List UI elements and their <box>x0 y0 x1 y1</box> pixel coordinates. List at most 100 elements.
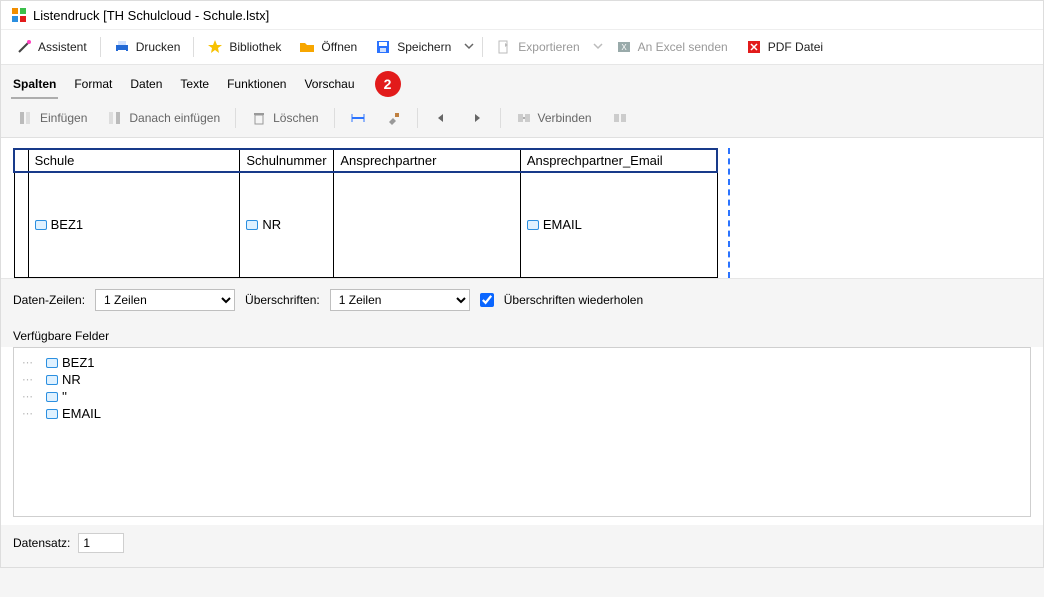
row-selector[interactable] <box>14 172 28 278</box>
oeffnen-button[interactable]: Öffnen <box>290 34 366 60</box>
export-icon <box>496 39 512 55</box>
save-icon <box>375 39 391 55</box>
separator <box>193 37 194 57</box>
danach-label: Danach einfügen <box>129 111 220 125</box>
pdf-button[interactable]: PDF Datei <box>737 34 832 60</box>
step-number: 2 <box>375 71 401 97</box>
datensatz-input[interactable] <box>78 533 124 553</box>
einfuegen-button[interactable]: Einfügen <box>9 105 96 131</box>
repeat-headers-checkbox[interactable] <box>480 293 494 307</box>
ueberschriften-label: Überschriften: <box>245 293 320 307</box>
format-brush-button[interactable] <box>377 105 411 131</box>
field-tag-icon <box>527 220 539 230</box>
design-pane: Schule Schulnummer Ansprechpartner Anspr… <box>1 138 1043 278</box>
tabstrip: Spalten Format Daten Texte Funktionen Vo… <box>1 64 1043 99</box>
grid-cell[interactable]: BEZ1 <box>28 172 240 278</box>
folder-open-icon <box>299 39 315 55</box>
printer-icon <box>114 39 130 55</box>
ueberschriften-select[interactable]: 1 Zeilen <box>330 289 470 311</box>
separator <box>235 108 236 128</box>
tree-connector-icon: ⋯ <box>22 356 42 369</box>
tab-vorschau[interactable]: Vorschau <box>302 71 356 99</box>
app-window: Listendruck [TH Schulcloud - Schule.lstx… <box>0 0 1044 568</box>
separator <box>500 108 501 128</box>
cell-value: NR <box>262 217 281 232</box>
tab-daten[interactable]: Daten <box>128 71 164 99</box>
columns-toolbar: Einfügen Danach einfügen Löschen Verbind… <box>1 99 1043 138</box>
separator <box>100 37 101 57</box>
excel-label: An Excel senden <box>638 40 728 54</box>
field-tag-icon <box>46 409 58 419</box>
field-name: EMAIL <box>62 406 101 421</box>
grid-cell[interactable]: EMAIL <box>520 172 717 278</box>
datensatz-label: Datensatz: <box>13 536 70 550</box>
data-row[interactable]: BEZ1 NR EMAIL <box>14 172 717 278</box>
drucken-button[interactable]: Drucken <box>105 34 190 60</box>
loeschen-label: Löschen <box>273 111 318 125</box>
step-badge: 2 <box>375 71 401 97</box>
arrow-right-icon <box>469 110 485 126</box>
tab-texte[interactable]: Texte <box>178 71 211 99</box>
arrow-left-icon <box>433 110 449 126</box>
grid-cell[interactable] <box>334 172 521 278</box>
field-item[interactable]: ⋯'' <box>22 388 1022 405</box>
einfuegen-label: Einfügen <box>40 111 87 125</box>
bibliothek-button[interactable]: Bibliothek <box>198 34 290 60</box>
tab-spalten[interactable]: Spalten <box>11 71 58 99</box>
main-toolbar: Assistent Drucken Bibliothek Öffnen Spei… <box>1 29 1043 64</box>
header-row[interactable]: Schule Schulnummer Ansprechpartner Anspr… <box>14 149 717 172</box>
width-icon <box>350 110 366 126</box>
speichern-button[interactable]: Speichern <box>366 34 460 60</box>
insert-column-icon <box>18 110 34 126</box>
tab-funktionen[interactable]: Funktionen <box>225 71 288 99</box>
field-name: NR <box>62 372 81 387</box>
danach-einfuegen-button[interactable]: Danach einfügen <box>98 105 229 131</box>
daten-zeilen-select[interactable]: 1 Zeilen <box>95 289 235 311</box>
col-header[interactable]: Ansprechpartner <box>334 149 521 172</box>
field-item[interactable]: ⋯EMAIL <box>22 405 1022 422</box>
col-header[interactable]: Schulnummer <box>240 149 334 172</box>
repeat-headers-label: Überschriften wiederholen <box>504 293 643 307</box>
col-header[interactable]: Ansprechpartner_Email <box>520 149 717 172</box>
grid-cell[interactable]: NR <box>240 172 334 278</box>
daten-zeilen-label: Daten-Zeilen: <box>13 293 85 307</box>
col-header[interactable]: Schule <box>28 149 240 172</box>
insert-after-icon <box>107 110 123 126</box>
move-left-button[interactable] <box>424 105 458 131</box>
brush-icon <box>386 110 402 126</box>
field-item[interactable]: ⋯NR <box>22 371 1022 388</box>
window-title: Listendruck [TH Schulcloud - Schule.lstx… <box>33 8 269 23</box>
loeschen-button[interactable]: Löschen <box>242 105 327 131</box>
row-selector-header[interactable] <box>14 149 28 172</box>
available-fields-tree[interactable]: ⋯BEZ1 ⋯NR ⋯'' ⋯EMAIL <box>13 347 1031 517</box>
columns-grid[interactable]: Schule Schulnummer Ansprechpartner Anspr… <box>13 148 718 278</box>
width-button[interactable] <box>341 105 375 131</box>
field-tag-icon <box>35 220 47 230</box>
separator <box>334 108 335 128</box>
oeffnen-label: Öffnen <box>321 40 357 54</box>
trash-icon <box>251 110 267 126</box>
tab-format[interactable]: Format <box>72 71 114 99</box>
wand-icon <box>16 39 32 55</box>
page-break-indicator <box>724 148 730 278</box>
verbinden-button[interactable]: Verbinden <box>507 105 601 131</box>
record-row: Datensatz: <box>1 525 1043 567</box>
exportieren-dropdown[interactable] <box>589 35 607 59</box>
split-icon <box>612 110 628 126</box>
exportieren-label: Exportieren <box>518 40 579 54</box>
split-button[interactable] <box>603 105 637 131</box>
speichern-dropdown[interactable] <box>460 35 478 59</box>
verbinden-label: Verbinden <box>538 111 592 125</box>
merge-icon <box>516 110 532 126</box>
cell-value: EMAIL <box>543 217 582 232</box>
tree-connector-icon: ⋯ <box>22 390 42 403</box>
drucken-label: Drucken <box>136 40 181 54</box>
assistent-button[interactable]: Assistent <box>7 34 96 60</box>
chevron-down-icon <box>464 40 474 54</box>
field-item[interactable]: ⋯BEZ1 <box>22 354 1022 371</box>
move-right-button[interactable] <box>460 105 494 131</box>
field-tag-icon <box>46 375 58 385</box>
star-icon <box>207 39 223 55</box>
excel-icon: X <box>616 39 632 55</box>
bibliothek-label: Bibliothek <box>229 40 281 54</box>
